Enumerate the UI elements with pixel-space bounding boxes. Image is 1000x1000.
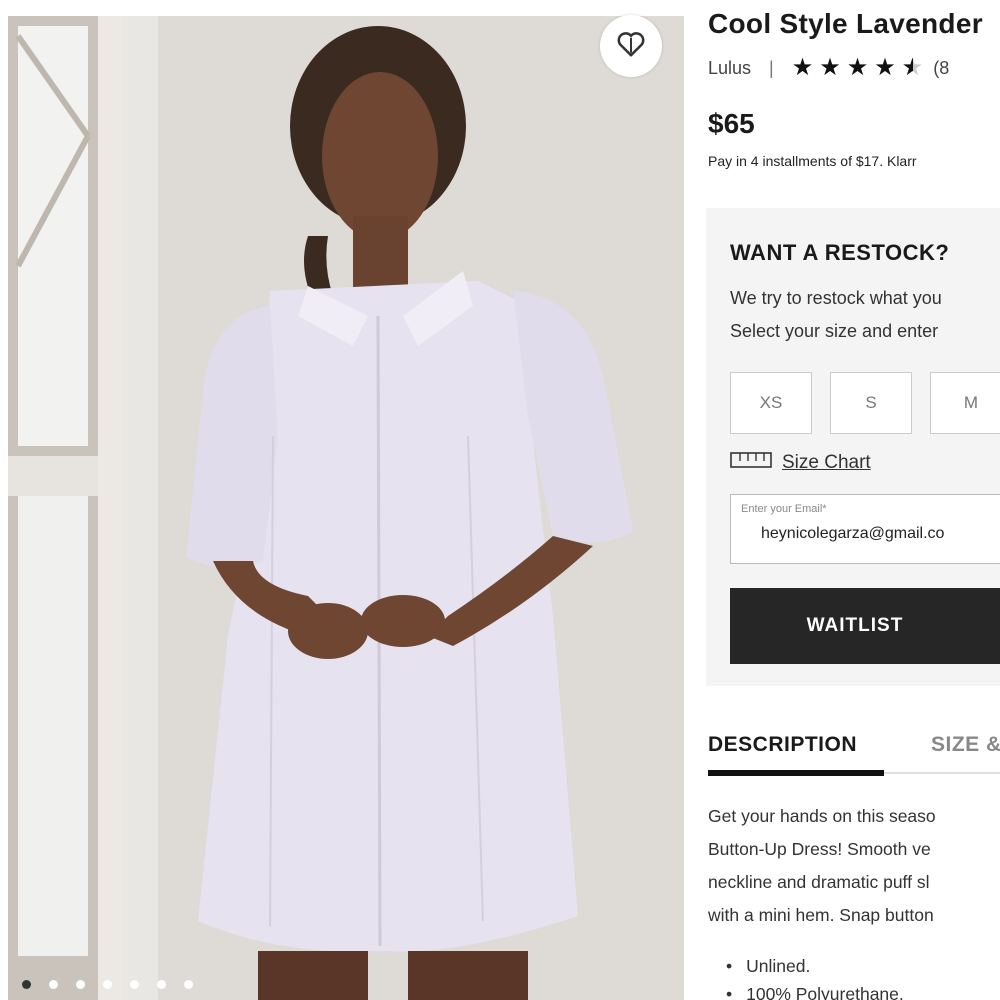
gallery-dots <box>22 980 193 989</box>
email-field-value[interactable]: heynicolegarza@gmail.co <box>761 525 944 543</box>
list-item: • Unlined. <box>726 952 904 980</box>
gallery-dot[interactable] <box>22 980 31 989</box>
gallery-dot[interactable] <box>130 980 139 989</box>
rating-stars[interactable]: ★ ★ ★ ★ ★★ <box>792 56 924 80</box>
product-title: Cool Style Lavender <box>708 8 983 39</box>
gallery-dot[interactable] <box>49 980 58 989</box>
star-icon: ★ <box>791 54 814 81</box>
waitlist-button[interactable]: WAITLIST <box>730 588 1000 664</box>
star-icon: ★ <box>846 54 869 81</box>
tab-description[interactable]: DESCRIPTION <box>708 733 857 757</box>
meta-separator: | <box>769 57 774 78</box>
description-line: with a mini hem. Snap button <box>708 905 934 925</box>
gallery-dot[interactable] <box>157 980 166 989</box>
favorite-button[interactable] <box>600 15 662 77</box>
heart-icon <box>616 29 646 64</box>
restock-panel: WANT A RESTOCK? We try to restock what y… <box>706 208 1000 686</box>
product-image[interactable] <box>8 16 684 1000</box>
size-option-xs[interactable]: XS <box>730 372 812 434</box>
half-star-icon: ★★ <box>901 54 924 81</box>
product-meta: Lulus | ★ ★ ★ ★ ★★ (8 <box>708 56 949 80</box>
size-option-s[interactable]: S <box>830 372 912 434</box>
tab-size-fit[interactable]: SIZE & <box>931 733 1000 757</box>
description-line: Get your hands on this seaso <box>708 806 936 826</box>
tab-active-indicator <box>708 770 884 776</box>
review-count[interactable]: (8 <box>933 58 949 79</box>
brand-link[interactable]: Lulus <box>708 58 751 79</box>
restock-line-2: Select your size and enter <box>730 321 939 341</box>
list-item: • 100% Polyurethane. <box>726 980 904 1000</box>
size-chart-link[interactable]: Size Chart <box>730 451 871 475</box>
installments-text: Pay in 4 installments of $17. Klarr <box>708 153 917 169</box>
restock-line-1: We try to restock what you <box>730 288 942 308</box>
bullet-text: 100% Polyurethane. <box>746 984 904 1000</box>
description-line: Button-Up Dress! Smooth ve <box>708 839 931 859</box>
email-field[interactable]: Enter your Email* heynicolegarza@gmail.c… <box>730 494 1000 564</box>
restock-title: WANT A RESTOCK? <box>730 240 950 265</box>
description-text: Get your hands on this seaso Button-Up D… <box>708 800 1000 932</box>
product-price: $65 <box>708 108 755 139</box>
product-info-panel: Cool Style Lavender Lulus | ★ ★ ★ ★ ★★ (… <box>684 0 1000 1000</box>
description-bullets: • Unlined. • 100% Polyurethane. <box>726 952 904 1000</box>
size-option-m[interactable]: M <box>930 372 1000 434</box>
star-icon: ★ <box>819 54 841 81</box>
description-line: neckline and dramatic puff sl <box>708 872 930 892</box>
size-chart-label: Size Chart <box>782 452 871 473</box>
product-photo-illustration <box>8 16 684 1000</box>
email-field-label: Enter your Email* <box>741 503 827 515</box>
ruler-icon <box>730 451 772 475</box>
gallery-dot[interactable] <box>76 980 85 989</box>
star-icon: ★ <box>874 54 896 81</box>
gallery-dot[interactable] <box>184 980 193 989</box>
bullet-text: Unlined. <box>746 956 811 976</box>
product-tabs: DESCRIPTION SIZE & <box>708 733 1000 779</box>
gallery-dot[interactable] <box>103 980 112 989</box>
